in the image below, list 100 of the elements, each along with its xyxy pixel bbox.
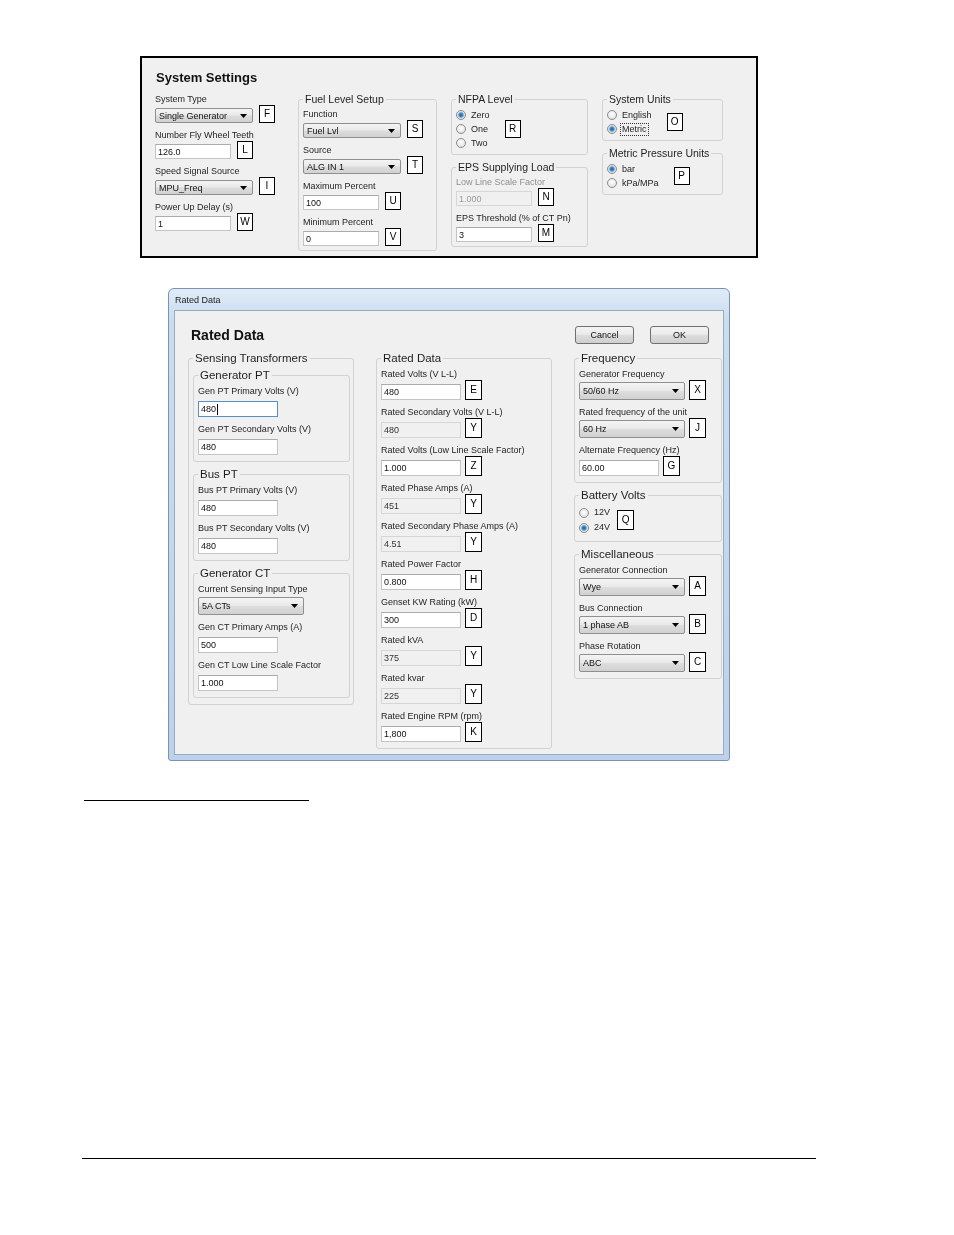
field-label: Rated Engine RPM (rpm) [381, 710, 483, 722]
field-label: Rated Volts (V L-L) [381, 368, 458, 380]
dropdown[interactable]: 50/60 Hz [579, 382, 685, 400]
radio-button[interactable] [607, 124, 617, 134]
callout-tag: H [465, 570, 482, 590]
field-label: Gen CT Low Line Scale Factor [198, 659, 321, 671]
callout-tag: P [673, 167, 690, 185]
caret-icon [672, 427, 679, 431]
field-label: Bus PT Secondary Volts (V) [198, 522, 310, 534]
dropdown[interactable]: ALG IN 1 [303, 159, 401, 174]
input-field[interactable]: 480 [198, 401, 278, 417]
callout-tag: Y [465, 494, 482, 514]
dropdown[interactable]: 60 Hz [579, 420, 685, 438]
group-title: Rated Data [382, 352, 443, 365]
field-label: Gen PT Primary Volts (V) [198, 385, 299, 397]
dropdown[interactable]: 5A CTs [198, 597, 304, 615]
caret-icon [388, 128, 395, 133]
radio-button[interactable] [579, 522, 589, 533]
callout-tag: Y [465, 684, 482, 704]
radio-label[interactable]: English [620, 108, 654, 122]
input-field[interactable]: 0 [303, 231, 379, 246]
radio-button[interactable] [607, 164, 617, 174]
callout-tag: C [689, 652, 706, 672]
input-field[interactable]: 3 [456, 227, 532, 242]
input-field[interactable]: 4.51 [381, 536, 461, 552]
field-label: Alternate Frequency (Hz) [579, 444, 680, 456]
radio-button[interactable] [456, 110, 466, 120]
radio-label[interactable]: One [469, 122, 490, 136]
input-field[interactable]: 480 [198, 439, 278, 455]
input-field[interactable]: 451 [381, 498, 461, 514]
field-label: Genset KW Rating (kW) [381, 596, 478, 608]
radio-label[interactable]: kPa/MPa [620, 176, 661, 190]
group-title: Generator PT [199, 369, 271, 382]
callout-tag: Z [465, 456, 482, 476]
input-field[interactable]: 480 [381, 422, 461, 438]
input-field[interactable]: 126.0 [155, 144, 231, 159]
callout-tag: X [689, 380, 706, 400]
callout-tag: Q [617, 510, 634, 530]
field-label: Bus PT Primary Volts (V) [198, 484, 298, 496]
caret-icon [388, 164, 395, 169]
dropdown[interactable]: Fuel Lvl [303, 123, 401, 138]
field-label: EPS Threshold (% of CT Pn) [456, 212, 571, 224]
radio-label[interactable]: 12V [592, 506, 612, 519]
dropdown[interactable]: 1 phase AB [579, 616, 685, 634]
group-title: Generator CT [199, 567, 272, 580]
callout-tag: Y [465, 418, 482, 438]
group-title: EPS Supplying Load [457, 161, 556, 174]
group-title: System Units [608, 93, 672, 106]
window-title: Rated Data [175, 294, 221, 305]
radio-label[interactable]: bar [620, 162, 637, 176]
dialog-heading: Rated Data [191, 326, 265, 344]
dialog-button[interactable]: OK [650, 326, 709, 344]
field-label: Generator Frequency [579, 368, 665, 380]
radio-label[interactable]: Metric [620, 122, 649, 136]
input-field[interactable]: 480 [198, 500, 278, 516]
input-field[interactable]: 500 [198, 637, 278, 653]
radio-label[interactable]: Zero [469, 108, 492, 122]
callout-tag: D [465, 608, 482, 628]
dialog-button[interactable]: Cancel [575, 326, 634, 344]
group-title: Sensing Transformers [194, 352, 309, 365]
callout-tag: R [504, 120, 521, 138]
text-cursor-icon [217, 403, 219, 415]
field-label: Rated Volts (Low Line Scale Factor) [381, 444, 525, 456]
input-field[interactable]: 1 [155, 216, 231, 231]
input-field[interactable]: 0.800 [381, 574, 461, 590]
callout-tag: A [689, 576, 706, 596]
callout-tag: F [259, 105, 275, 123]
radio-button[interactable] [456, 124, 466, 134]
field-label: Source [303, 144, 332, 156]
input-field[interactable]: 1.000 [381, 460, 461, 476]
dropdown[interactable]: Single Generator [155, 108, 253, 123]
callout-tag: Y [465, 532, 482, 552]
field-label: Gen CT Primary Amps (A) [198, 621, 303, 633]
input-field[interactable]: 375 [381, 650, 461, 666]
input-field[interactable]: 300 [381, 612, 461, 628]
field-label: Maximum Percent [303, 180, 376, 192]
field-label: Low Line Scale Factor [456, 176, 546, 188]
input-field[interactable]: 480 [198, 538, 278, 554]
input-field[interactable]: 1,800 [381, 726, 461, 742]
input-field[interactable]: 225 [381, 688, 461, 704]
radio-button[interactable] [456, 138, 466, 148]
dropdown[interactable]: MPU_Freq [155, 180, 253, 195]
dropdown[interactable]: Wye [579, 578, 685, 596]
radio-label[interactable]: Two [469, 136, 490, 150]
dropdown[interactable]: ABC [579, 654, 685, 672]
radio-button[interactable] [607, 178, 617, 188]
field-label: Gen PT Secondary Volts (V) [198, 423, 311, 435]
caret-icon [672, 389, 679, 393]
field-label: Number Fly Wheel Teeth [155, 129, 254, 141]
field-label: Rated kvar [381, 672, 425, 684]
radio-label[interactable]: 24V [592, 521, 612, 534]
group-title: Metric Pressure Units [608, 147, 711, 160]
radio-button[interactable] [607, 110, 617, 120]
field-label: Rated kVA [381, 634, 424, 646]
radio-button[interactable] [579, 507, 589, 518]
input-field[interactable]: 480 [381, 384, 461, 400]
input-field[interactable]: 60.00 [579, 460, 659, 476]
input-field[interactable]: 1.000 [198, 675, 278, 691]
input-field[interactable]: 100 [303, 195, 379, 210]
callout-tag: L [237, 141, 253, 159]
